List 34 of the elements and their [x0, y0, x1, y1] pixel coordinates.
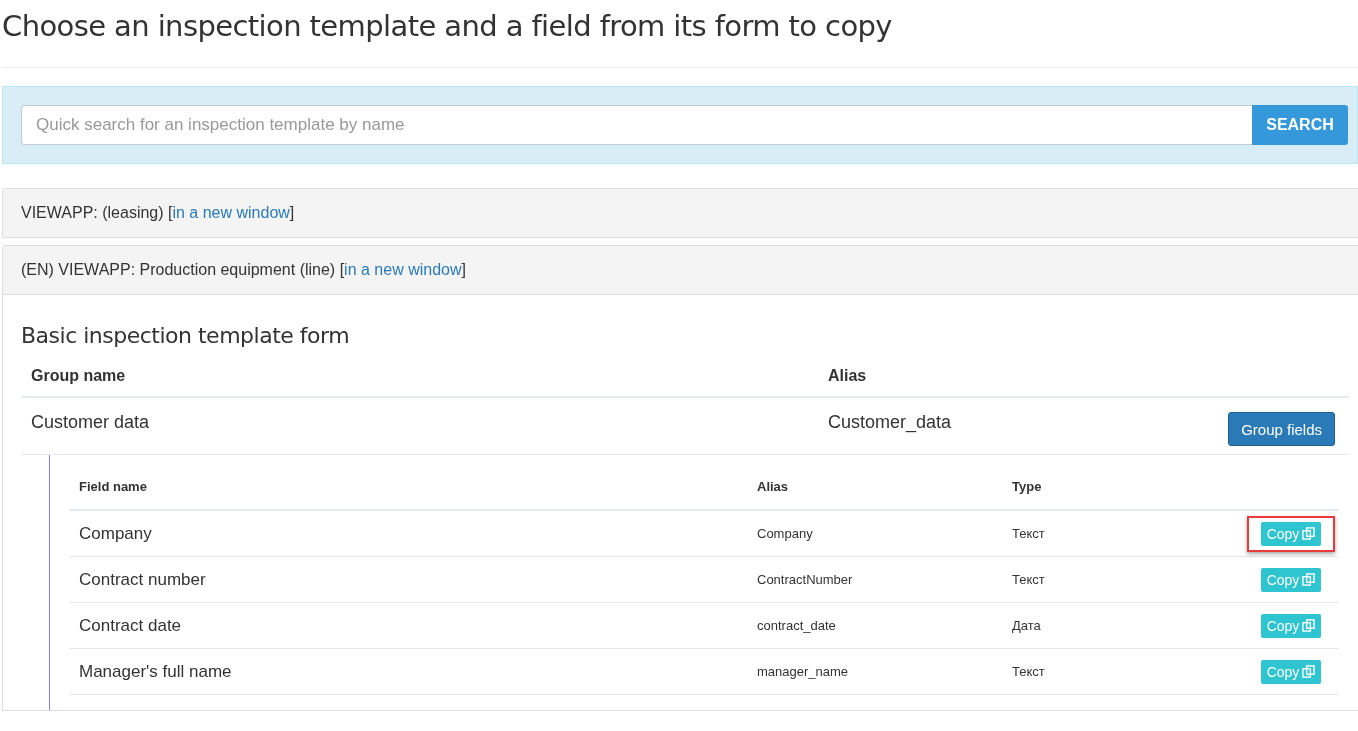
new-window-link[interactable]: in a new window: [172, 204, 290, 221]
template-title: VIEWAPP: (leasing) [in a new window]: [21, 204, 295, 222]
page-title: Choose an inspection template and a field from its form to copy: [2, 8, 893, 44]
column-header: Group name: [31, 367, 127, 385]
form-heading: Basic inspection template form: [21, 323, 351, 348]
table-cell-text: Customer data: [31, 411, 151, 433]
table-cell-text: Manager's full name: [79, 661, 233, 682]
table-cell-text: Текст: [1012, 664, 1046, 679]
table-cell-text: Дата: [1012, 618, 1042, 633]
copy-icon: [1302, 573, 1316, 586]
copy-icon: [1302, 665, 1316, 678]
table-cell-text: manager_name: [757, 664, 850, 679]
template-title: (EN) VIEWAPP: Production equipment (line) [in a new window]: [21, 261, 466, 279]
column-header: Field name: [79, 478, 148, 494]
table-cell-text: Текст: [1012, 572, 1046, 587]
table-cell-text: Company: [757, 526, 814, 541]
column-header: Alias: [757, 478, 790, 494]
group-fields-button[interactable]: Group fields: [1228, 412, 1335, 446]
table-cell-text: Company: [79, 523, 153, 544]
search-button[interactable]: SEARCH: [1252, 105, 1348, 145]
copy-icon: [1302, 527, 1316, 540]
column-header: Type: [1012, 478, 1043, 494]
column-header: Alias: [828, 367, 868, 385]
table-cell-text: Customer_data: [828, 411, 953, 433]
search-field[interactable]: Quick search for an inspection template by name: [21, 105, 1252, 145]
table-cell-text: contract_date: [757, 618, 837, 633]
table-cell-text: Contract date: [79, 615, 183, 636]
template-header[interactable]: (EN) VIEWAPP: Production equipment (line) [in a new window]: [3, 246, 1358, 295]
copy-icon: [1302, 619, 1316, 632]
table-cell-text: Текст: [1012, 526, 1046, 541]
table-cell-text: Contract number: [79, 569, 207, 590]
template-header[interactable]: VIEWAPP: (leasing) [in a new window]: [3, 189, 1358, 237]
new-window-link[interactable]: in a new window: [344, 261, 462, 278]
table-cell-text: ContractNumber: [757, 572, 854, 587]
